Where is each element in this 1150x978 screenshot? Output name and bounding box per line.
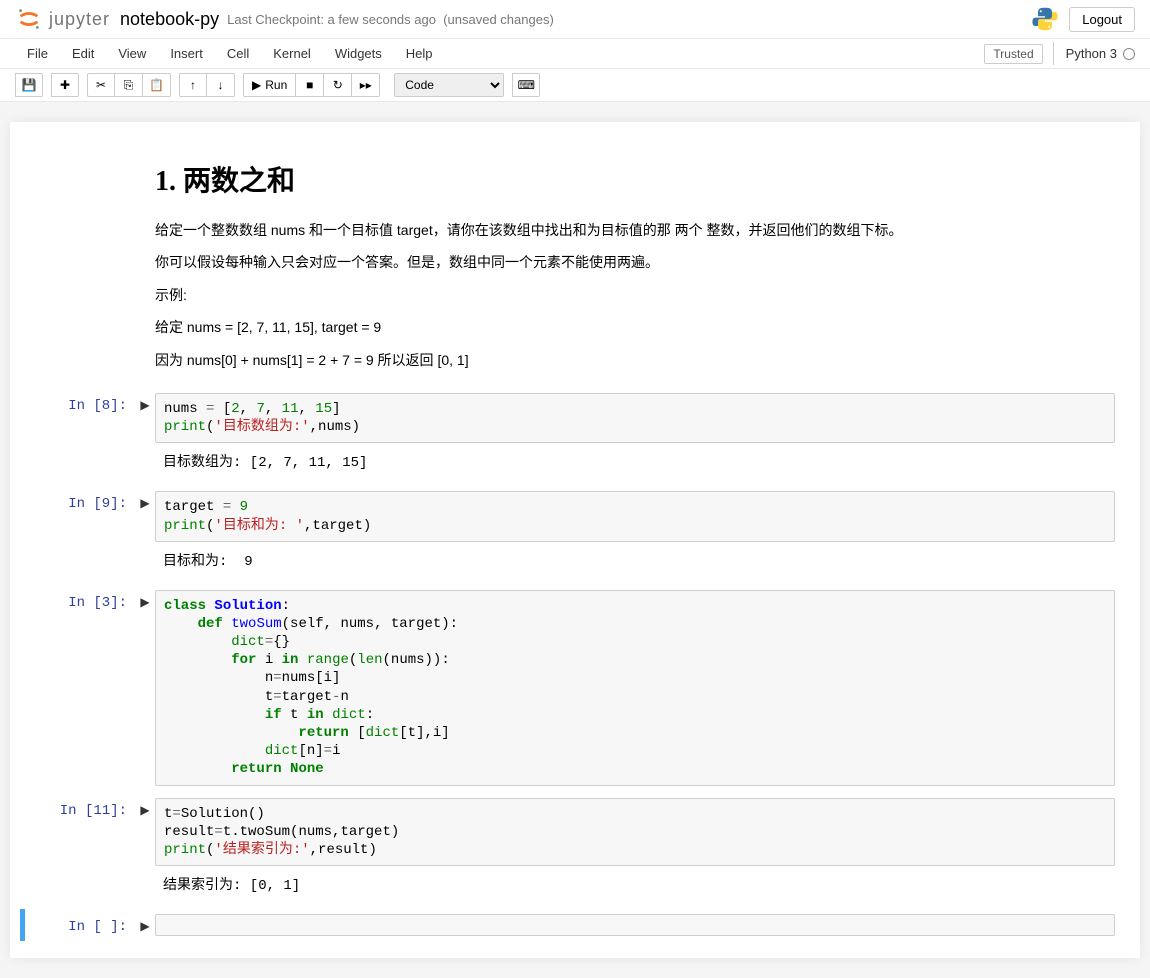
output: 结果索引为: [0, 1] xyxy=(155,866,1115,902)
menu-help[interactable]: Help xyxy=(394,40,445,67)
header: jupyter notebook-py Last Checkpoint: a f… xyxy=(0,0,1150,39)
menu-file[interactable]: File xyxy=(15,40,60,67)
menu-cell[interactable]: Cell xyxy=(215,40,261,67)
code-cell[interactable]: In [8]: ▶ nums = [2, 7, 11, 15] print('目… xyxy=(20,388,1130,484)
code-cell[interactable]: In [3]: ▶ class Solution: def twoSum(sel… xyxy=(20,585,1130,791)
restart-run-all-button[interactable]: ▸▸ xyxy=(352,73,380,97)
paste-button[interactable]: 📋 xyxy=(143,73,171,97)
kernel-indicator-icon xyxy=(1123,48,1135,60)
code-input[interactable]: target = 9 print('目标和为: ',target) xyxy=(155,491,1115,541)
code-cell[interactable]: In [ ]: ▶ xyxy=(20,909,1130,941)
markdown-paragraph: 因为 nums[0] + nums[1] = 2 + 7 = 9 所以返回 [0… xyxy=(155,349,1105,371)
markdown-paragraph: 示例: xyxy=(155,284,1105,306)
notebook-container: 1. 两数之和 给定一个整数数组 nums 和一个目标值 target，请你在该… xyxy=(0,102,1150,978)
arrow-up-icon: ↑ xyxy=(190,78,196,92)
plus-icon: ✚ xyxy=(60,78,70,92)
copy-icon: ⎘ xyxy=(124,78,134,93)
input-prompt: In [11]: xyxy=(25,798,135,903)
move-down-button[interactable]: ↓ xyxy=(207,73,235,97)
toolbar: 💾 ✚ ✂ ⎘ 📋 ↑ ↓ ▶Run ■ ↻ ▸▸ Code ⌨ xyxy=(0,69,1150,102)
code-input[interactable] xyxy=(155,914,1115,936)
markdown-paragraph: 给定一个整数数组 nums 和一个目标值 target，请你在该数组中找出和为目… xyxy=(155,219,1105,241)
cut-button[interactable]: ✂ xyxy=(87,73,115,97)
copy-button[interactable]: ⎘ xyxy=(115,73,143,97)
menu-widgets[interactable]: Widgets xyxy=(323,40,394,67)
notebook-name[interactable]: notebook-py xyxy=(120,9,219,30)
trusted-badge[interactable]: Trusted xyxy=(984,44,1042,64)
jupyter-icon xyxy=(15,5,43,33)
menu-edit[interactable]: Edit xyxy=(60,40,106,67)
output: 目标和为: 9 xyxy=(155,542,1115,578)
stop-icon: ■ xyxy=(306,78,313,92)
code-input[interactable]: t=Solution() result=t.twoSum(nums,target… xyxy=(155,798,1115,867)
run-icon: ▶ xyxy=(252,78,261,92)
checkpoint-status: Last Checkpoint: a few seconds ago (unsa… xyxy=(227,12,554,27)
run-cell-icon[interactable]: ▶ xyxy=(135,798,155,903)
run-cell-icon[interactable]: ▶ xyxy=(135,393,155,479)
menu-kernel[interactable]: Kernel xyxy=(261,40,323,67)
code-input[interactable]: class Solution: def twoSum(self, nums, t… xyxy=(155,590,1115,786)
kernel-name[interactable]: Python 3 xyxy=(1053,42,1135,65)
add-cell-button[interactable]: ✚ xyxy=(51,73,79,97)
markdown-cell[interactable]: 1. 两数之和 给定一个整数数组 nums 和一个目标值 target，请你在该… xyxy=(20,139,1130,386)
menu-insert[interactable]: Insert xyxy=(158,40,215,67)
cut-icon: ✂ xyxy=(96,78,106,92)
logo[interactable]: jupyter xyxy=(15,5,110,33)
input-prompt: In [3]: xyxy=(25,590,135,786)
arrow-down-icon: ↓ xyxy=(218,78,224,92)
run-cell-icon[interactable]: ▶ xyxy=(135,914,155,936)
paste-icon: 📋 xyxy=(149,78,164,92)
code-cell[interactable]: In [11]: ▶ t=Solution() result=t.twoSum(… xyxy=(20,793,1130,908)
restart-button[interactable]: ↻ xyxy=(324,73,352,97)
code-input[interactable]: nums = [2, 7, 11, 15] print('目标数组为:',num… xyxy=(155,393,1115,443)
logout-button[interactable]: Logout xyxy=(1069,7,1135,32)
run-cell-icon[interactable]: ▶ xyxy=(135,590,155,786)
output: 目标数组为: [2, 7, 11, 15] xyxy=(155,443,1115,479)
run-button[interactable]: ▶Run xyxy=(243,73,296,97)
cell-type-select[interactable]: Code xyxy=(394,73,504,97)
run-cell-icon[interactable]: ▶ xyxy=(135,491,155,577)
restart-icon: ↻ xyxy=(333,78,343,92)
input-prompt: In [9]: xyxy=(25,491,135,577)
markdown-title: 1. 两数之和 xyxy=(155,159,1105,199)
code-cell[interactable]: In [9]: ▶ target = 9 print('目标和为: ',targ… xyxy=(20,486,1130,582)
menu-view[interactable]: View xyxy=(106,40,158,67)
fast-forward-icon: ▸▸ xyxy=(360,78,372,92)
logo-text: jupyter xyxy=(49,9,110,30)
input-prompt: In [ ]: xyxy=(25,914,135,936)
keyboard-icon: ⌨ xyxy=(518,78,535,92)
move-up-button[interactable]: ↑ xyxy=(179,73,207,97)
save-icon: 💾 xyxy=(22,78,37,92)
python-icon xyxy=(1031,5,1059,33)
notebook: 1. 两数之和 给定一个整数数组 nums 和一个目标值 target，请你在该… xyxy=(10,122,1140,958)
menubar: File Edit View Insert Cell Kernel Widget… xyxy=(0,39,1150,69)
markdown-paragraph: 给定 nums = [2, 7, 11, 15], target = 9 xyxy=(155,316,1105,338)
markdown-paragraph: 你可以假设每种输入只会对应一个答案。但是，数组中同一个元素不能使用两遍。 xyxy=(155,251,1105,273)
input-prompt: In [8]: xyxy=(25,393,135,479)
save-button[interactable]: 💾 xyxy=(15,73,43,97)
command-palette-button[interactable]: ⌨ xyxy=(512,73,540,97)
interrupt-button[interactable]: ■ xyxy=(296,73,324,97)
